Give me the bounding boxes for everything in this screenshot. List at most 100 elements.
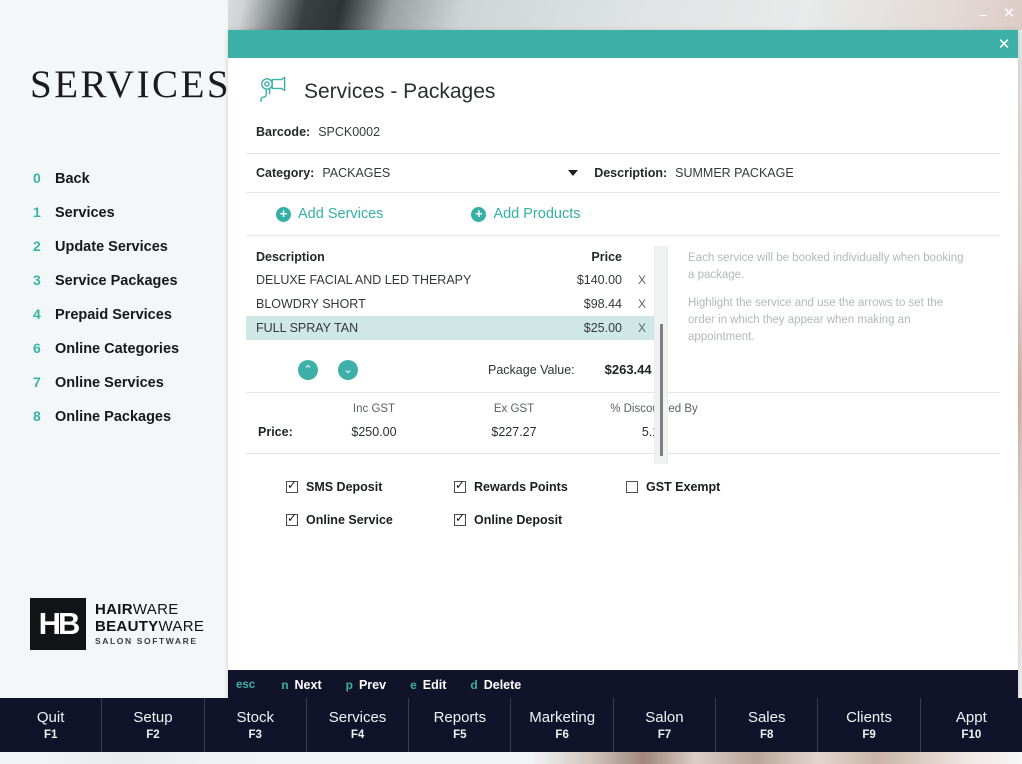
logo-line1-bold: HAIR: [95, 601, 133, 619]
package-value-label: Package Value:: [488, 362, 575, 377]
sidebar-item-label: Update Services: [55, 239, 168, 255]
package-value-amount: $263.44: [604, 362, 652, 378]
shortcut-esc[interactable]: esc: [236, 679, 255, 691]
minimize-icon[interactable]: –: [970, 3, 996, 25]
dialog-shortcut-bar: esc n Next p Prev e Edit d Delete: [228, 670, 1018, 700]
add-products-button[interactable]: + Add Products: [471, 206, 581, 222]
table-header-row: Description Price: [246, 246, 654, 268]
hairware-logo: HB HAIRWARE BEAUTYWARE SALON SOFTWARE: [30, 598, 204, 650]
checkbox-label: GST Exempt: [646, 479, 721, 494]
price-values-row: Price: $250.00 $227.27 5.10: [246, 425, 1000, 439]
table-row[interactable]: BLOWDRY SHORT $98.44 X: [246, 292, 654, 316]
checkbox-online-deposit[interactable]: Online Deposit: [454, 511, 626, 527]
taskbar-button-reports[interactable]: Reports F5: [409, 698, 512, 752]
row-remove-icon[interactable]: X: [622, 321, 646, 335]
taskbar-button-marketing[interactable]: Marketing F6: [511, 698, 614, 752]
barcode-row: Barcode: SPCK0002: [246, 119, 1000, 154]
taskbar-label: Clients: [846, 709, 892, 726]
taskbar-button-appt[interactable]: Appt F10: [921, 698, 1022, 752]
plus-icon: +: [276, 206, 291, 222]
checkbox-label: Online Deposit: [474, 512, 563, 527]
function-key-taskbar: Quit F1 Setup F2 Stock F3 Services F4 Re…: [0, 698, 1022, 752]
move-down-button[interactable]: ⌄: [338, 359, 358, 380]
sidebar-item-service-packages[interactable]: 3 Service Packages: [33, 272, 223, 306]
row-description: BLOWDRY SHORT: [256, 297, 366, 311]
move-up-button[interactable]: ⌃: [298, 359, 318, 380]
close-icon[interactable]: ✕: [996, 3, 1022, 25]
hairdryer-icon: [256, 74, 288, 109]
sidebar-item-online-packages[interactable]: 8 Online Packages: [33, 408, 223, 442]
logo-tagline: SALON SOFTWARE: [95, 636, 198, 647]
taskbar-button-sales[interactable]: Sales F8: [716, 698, 819, 752]
sidebar-item-label: Online Services: [55, 375, 164, 391]
scrollbar-thumb[interactable]: [660, 324, 663, 456]
chevron-down-icon[interactable]: [568, 170, 579, 176]
description-value[interactable]: SUMMER PACKAGE: [675, 166, 794, 180]
options-row-1: SMS Deposit Rewards Points GST Exempt: [286, 470, 1000, 503]
price-inc-gst[interactable]: $250.00: [304, 425, 444, 439]
taskbar-fkey: F4: [350, 729, 365, 741]
barcode-value[interactable]: SPCK0002: [318, 125, 380, 139]
shortcut-key-edit: e: [410, 678, 417, 692]
checkbox-label: Online Service: [306, 512, 393, 527]
taskbar-button-salon[interactable]: Salon F7: [614, 698, 717, 752]
checkbox-icon: [454, 478, 466, 493]
checkbox-icon: [286, 478, 298, 493]
taskbar-button-clients[interactable]: Clients F9: [818, 698, 921, 752]
sidebar-item-label: Service Packages: [55, 273, 178, 289]
sidebar-item-label: Online Packages: [55, 409, 172, 425]
row-remove-icon[interactable]: X: [622, 297, 646, 311]
checkbox-online-service[interactable]: Online Service: [286, 511, 454, 527]
category-value[interactable]: PACKAGES: [322, 166, 390, 180]
price-section: Inc GST Ex GST % Discounted By Price: $2…: [246, 393, 1000, 455]
shortcut-key-prev: p: [345, 678, 353, 692]
price-header-ex-gst: Ex GST: [493, 403, 535, 416]
price-label: Price:: [258, 425, 293, 440]
sidebar-item-services[interactable]: 1 Services: [33, 204, 223, 238]
add-services-button[interactable]: + Add Services: [276, 206, 383, 222]
shortcut-label-delete[interactable]: Delete: [484, 678, 522, 692]
sidebar-item-number: 4: [33, 306, 41, 322]
taskbar-fkey: F2: [146, 729, 160, 741]
row-remove-icon[interactable]: X: [622, 273, 646, 287]
dialog-close-icon[interactable]: ✕: [990, 35, 1018, 53]
taskbar-label: Stock: [236, 709, 274, 726]
sidebar-item-prepaid-services[interactable]: 4 Prepaid Services: [33, 306, 223, 340]
sidebar-item-back[interactable]: 0 Back: [33, 170, 223, 204]
options-row-2: Online Service Online Deposit: [286, 503, 1000, 536]
shortcut-label-prev[interactable]: Prev: [359, 678, 386, 692]
description-label: Description:: [594, 166, 668, 180]
left-panel: SERVICES 0 Back 1 Services 2 Update Serv…: [0, 0, 232, 698]
checkbox-sms-deposit[interactable]: SMS Deposit: [286, 478, 454, 494]
checkbox-gst-exempt[interactable]: GST Exempt: [626, 480, 720, 494]
taskbar-button-stock[interactable]: Stock F3: [205, 698, 307, 752]
sidebar-item-number: 1: [33, 204, 41, 220]
help-paragraph-1: Each service will be booked individually…: [688, 252, 964, 281]
sidebar-item-number: 3: [33, 272, 41, 288]
sidebar-item-online-categories[interactable]: 6 Online Categories: [33, 340, 223, 374]
checkbox-rewards-points[interactable]: Rewards Points: [454, 478, 626, 494]
taskbar-button-services[interactable]: Services F4: [307, 698, 410, 752]
table-row-selected[interactable]: FULL SPRAY TAN $25.00 X: [246, 316, 654, 340]
table-row[interactable]: DELUXE FACIAL AND LED THERAPY $140.00 X: [246, 268, 654, 292]
sidebar-item-label: Prepaid Services: [55, 307, 172, 323]
taskbar-button-setup[interactable]: Setup F2: [102, 698, 205, 752]
dialog-title: Services - Packages: [304, 79, 496, 103]
shortcut-key-next: n: [281, 678, 289, 692]
plus-icon: +: [471, 206, 487, 222]
taskbar-button-quit[interactable]: Quit F1: [0, 698, 103, 752]
price-ex-gst[interactable]: $227.27: [444, 425, 584, 439]
sidebar-item-online-services[interactable]: 7 Online Services: [33, 374, 223, 408]
shortcut-label-next[interactable]: Next: [295, 678, 322, 692]
add-services-label: Add Services: [298, 206, 384, 222]
column-header-price: Price: [591, 250, 622, 264]
page-title: SERVICES: [30, 63, 232, 106]
help-paragraph-2: Highlight the service and use the arrows…: [688, 297, 944, 343]
sidebar-item-update-services[interactable]: 2 Update Services: [33, 238, 223, 272]
services-table: Description Price DELUXE FACIAL AND LED …: [246, 246, 668, 464]
sidebar-item-label: Online Categories: [55, 341, 180, 357]
help-text: Each service will be booked individually…: [688, 246, 968, 345]
table-scrollbar[interactable]: [654, 246, 668, 464]
sidebar-item-number: 7: [33, 374, 41, 390]
shortcut-label-edit[interactable]: Edit: [423, 678, 447, 692]
